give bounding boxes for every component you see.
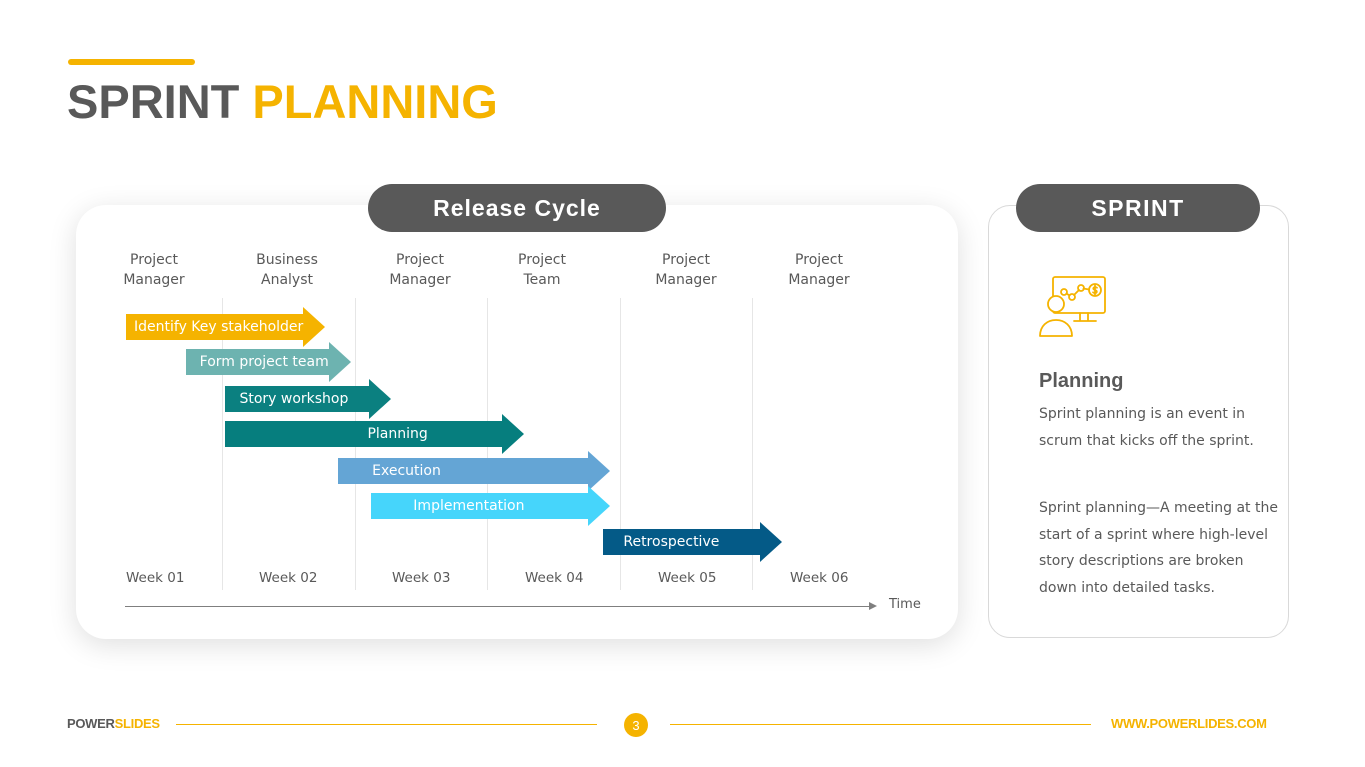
role-line2: Manager [788,272,850,288]
role-line2: Manager [123,272,185,288]
role-line1: Project [518,252,566,268]
sprint-title: SPRINT [1016,184,1260,232]
role-label: Project Manager [764,250,874,290]
footer-url: WWW.POWERLIDES.COM [1111,716,1267,731]
arrow-head [587,451,610,491]
role-line1: Project [795,252,843,268]
sprint-heading: Planning [1039,370,1124,392]
role-line1: Project [130,252,178,268]
sprint-description-1: Sprint planning is an event in scrum tha… [1039,406,1254,449]
role-label: Project Manager [631,250,741,290]
task-label: Implementation [413,498,525,514]
arrow-head [369,379,392,419]
footer-brand: POWERSLIDES [67,716,160,731]
task-arrow: Planning [225,414,524,454]
footer-divider-right [670,724,1091,725]
arrow-head [587,486,610,526]
task-arrow: Identify Key stakeholder [126,307,325,347]
sprint-description-2: Sprint planning—A meeting at the start o… [1039,500,1278,596]
arrow-head [302,307,325,347]
task-label: Retrospective [623,534,720,550]
release-cycle-title: Release Cycle [368,184,666,232]
task-arrow: Execution [338,451,610,491]
role-label: Project Manager [99,250,209,290]
time-axis-arrowhead [869,602,877,610]
week-label: Week 01 [126,570,185,586]
brand-part-1: POWER [67,716,115,731]
task-arrow: Implementation [371,486,610,526]
role-line2: Manager [655,272,717,288]
task-label: Execution [372,463,441,479]
week-label: Week 05 [658,570,717,586]
presentation-analytics-icon [1038,275,1110,339]
role-line2: Team [523,272,561,288]
role-label: Project Manager [365,250,475,290]
task-label: Planning [367,426,428,442]
task-arrow: Story workshop [225,379,392,419]
role-line2: Analyst [261,272,313,288]
arrow-body [225,421,502,447]
task-label: Story workshop [239,391,349,407]
page-title: SPRINT PLANNING [67,74,498,130]
task-arrow: Retrospective [603,522,783,562]
role-line2: Manager [389,272,451,288]
time-axis-label: Time [889,597,921,612]
week-label: Week 04 [525,570,584,586]
title-part-1: SPRINT [67,75,240,128]
arrow-head [501,414,524,454]
week-label: Week 02 [259,570,318,586]
brand-part-2: SLIDES [114,716,160,731]
task-label: Form project team [199,354,329,370]
page-number: 3 [624,713,648,737]
role-line1: Project [662,252,710,268]
role-line1: Project [396,252,444,268]
title-accent-bar [68,59,195,65]
role-label: Business Analyst [232,250,342,290]
week-label: Week 06 [790,570,849,586]
arrow-head [760,522,783,562]
arrow-head [329,342,352,382]
role-label: Project Team [487,250,597,290]
task-label: Identify Key stakeholder [134,319,304,335]
time-axis-line [125,606,870,607]
week-label: Week 03 [392,570,451,586]
role-line1: Business [256,252,318,268]
footer-divider-left [176,724,597,725]
task-arrow: Form project team [185,342,352,382]
title-part-2: PLANNING [252,75,498,128]
